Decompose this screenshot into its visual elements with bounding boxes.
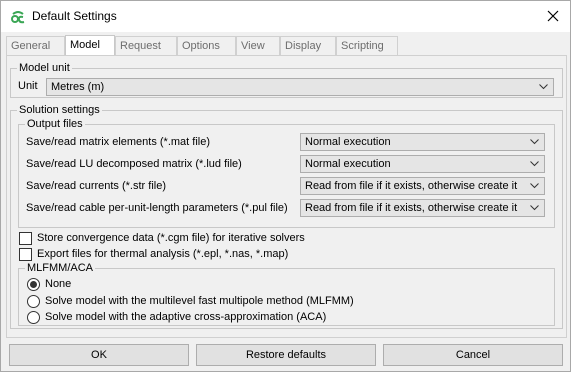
- tab-display[interactable]: Display: [280, 36, 336, 55]
- pul-file-value: Read from file if it exists, otherwise c…: [305, 202, 518, 214]
- output-files-group: Output files Save/read matrix elements (…: [18, 118, 555, 228]
- tab-scripting[interactable]: Scripting: [336, 36, 398, 55]
- str-file-select[interactable]: Read from file if it exists, otherwise c…: [300, 177, 545, 195]
- tab-options[interactable]: Options: [177, 36, 236, 55]
- store-convergence-checkbox[interactable]: [19, 232, 32, 245]
- solution-settings-group: Solution settings Output files Save/read…: [10, 104, 563, 329]
- model-tab-panel: Model unit Unit Metres (m) Solution sett…: [6, 55, 567, 338]
- export-thermal-label: Export files for thermal analysis (*.epl…: [37, 248, 289, 260]
- chevron-down-icon: [539, 84, 548, 90]
- solution-settings-legend: Solution settings: [17, 104, 102, 117]
- export-thermal-checkbox[interactable]: [19, 248, 32, 261]
- model-unit-legend: Model unit: [17, 62, 72, 75]
- title-bar: Default Settings: [1, 1, 570, 32]
- lud-file-label: Save/read LU decomposed matrix (*.lud fi…: [26, 158, 242, 170]
- chevron-down-icon: [530, 139, 539, 145]
- app-logo-icon: [10, 9, 26, 25]
- cancel-button[interactable]: Cancel: [383, 344, 563, 366]
- tab-request[interactable]: Request: [115, 36, 177, 55]
- mlfmm-aca-legend: MLFMM/ACA: [25, 262, 95, 275]
- tab-general[interactable]: General: [6, 36, 65, 55]
- mat-file-label: Save/read matrix elements (*.mat file): [26, 136, 211, 148]
- window-title: Default Settings: [32, 9, 117, 23]
- close-button[interactable]: [542, 6, 564, 26]
- str-file-value: Read from file if it exists, otherwise c…: [305, 180, 518, 192]
- unit-select-value: Metres (m): [51, 81, 105, 93]
- lud-file-value: Normal execution: [305, 158, 391, 170]
- radio-aca[interactable]: [27, 311, 40, 324]
- radio-aca-label: Solve model with the adaptive cross-appr…: [45, 311, 327, 323]
- mat-file-select[interactable]: Normal execution: [300, 133, 545, 151]
- str-file-label: Save/read currents (*.str file): [26, 180, 166, 192]
- radio-none-label: None: [45, 278, 72, 290]
- unit-select[interactable]: Metres (m): [46, 78, 554, 96]
- unit-label: Unit: [18, 80, 38, 92]
- lud-file-select[interactable]: Normal execution: [300, 155, 545, 173]
- settings-window: Default Settings General Model Request O…: [0, 0, 571, 372]
- model-unit-group: Model unit Unit Metres (m): [10, 62, 563, 98]
- restore-defaults-button[interactable]: Restore defaults: [196, 344, 376, 366]
- mlfmm-aca-group: MLFMM/ACA None Solve model with the mult…: [18, 262, 555, 326]
- pul-file-select[interactable]: Read from file if it exists, otherwise c…: [300, 199, 545, 217]
- chevron-down-icon: [530, 161, 539, 167]
- radio-mlfmm[interactable]: [27, 295, 40, 308]
- tab-view[interactable]: View: [236, 36, 280, 55]
- radio-none[interactable]: [27, 278, 40, 291]
- output-files-legend: Output files: [25, 118, 85, 131]
- tab-model[interactable]: Model: [65, 35, 115, 56]
- close-icon: [547, 10, 559, 22]
- ok-button[interactable]: OK: [9, 344, 189, 366]
- chevron-down-icon: [530, 183, 539, 189]
- mat-file-value: Normal execution: [305, 136, 391, 148]
- store-convergence-label: Store convergence data (*.cgm file) for …: [37, 232, 305, 244]
- chevron-down-icon: [530, 205, 539, 211]
- pul-file-label: Save/read cable per-unit-length paramete…: [26, 202, 288, 214]
- radio-mlfmm-label: Solve model with the multilevel fast mul…: [45, 295, 354, 307]
